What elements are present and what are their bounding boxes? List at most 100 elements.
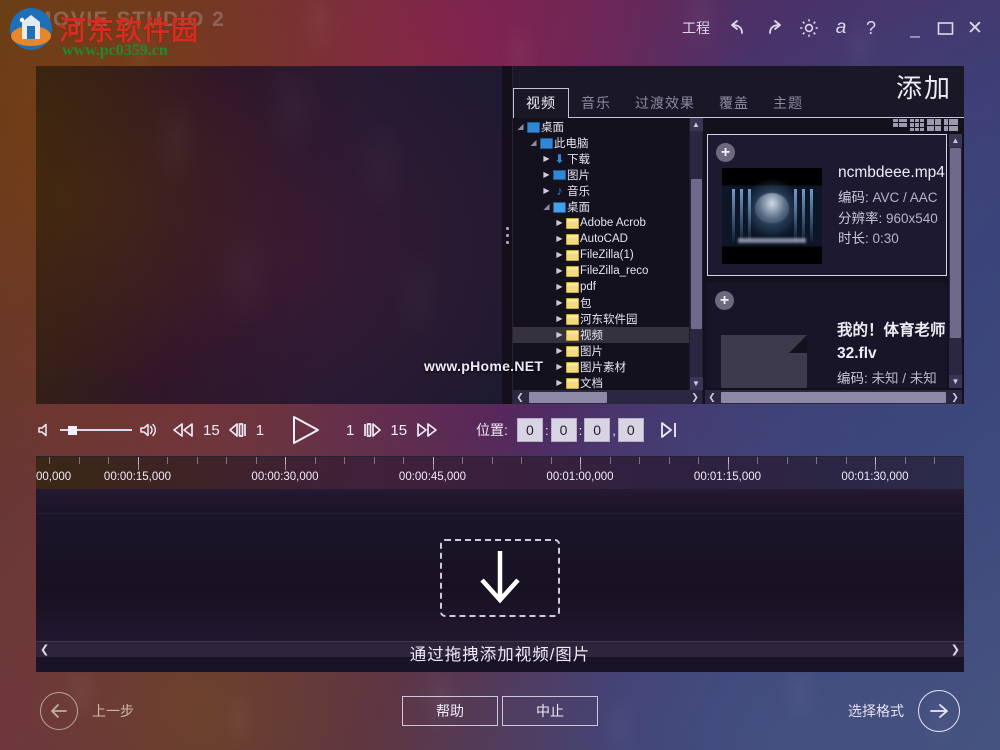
scroll-down-icon[interactable]: ▼ bbox=[689, 377, 703, 390]
chevron-down-icon[interactable]: ◢ bbox=[528, 135, 539, 151]
position-field-1[interactable]: 0 bbox=[550, 418, 577, 442]
plus-icon[interactable]: + bbox=[716, 143, 735, 162]
panel-splitter[interactable] bbox=[502, 66, 512, 404]
file-list-item[interactable]: + ncmbdeee.mp4 编码: AVC / AAC 分辨率: 960x540 时长… bbox=[707, 134, 947, 276]
position-field-3[interactable]: 0 bbox=[617, 418, 644, 442]
help-button[interactable]: 帮助 bbox=[402, 696, 498, 726]
chevron-right-icon[interactable]: ▶ bbox=[554, 215, 565, 231]
arrow-right-circle-icon[interactable] bbox=[918, 690, 960, 732]
tree-node[interactable]: ▶ 图片素材 bbox=[513, 359, 689, 375]
chevron-right-icon[interactable]: ▶ bbox=[554, 279, 565, 295]
tab-3[interactable]: 覆盖 bbox=[707, 89, 761, 118]
go-to-end-icon[interactable] bbox=[657, 419, 681, 441]
tree-node[interactable]: ▶ FileZilla(1) bbox=[513, 247, 689, 263]
chevron-left-icon[interactable]: ❮ bbox=[40, 643, 49, 656]
scroll-thumb[interactable] bbox=[950, 148, 961, 338]
chevron-right-icon[interactable]: ▶ bbox=[554, 263, 565, 279]
tree-node[interactable]: ▶ 图片 bbox=[513, 167, 689, 183]
scroll-thumb[interactable] bbox=[690, 179, 702, 329]
file-list-vertical-scrollbar[interactable]: ▲ ▼ bbox=[949, 134, 962, 388]
prev-frame-icon[interactable] bbox=[227, 420, 249, 440]
volume-slider[interactable] bbox=[60, 423, 132, 437]
chevron-right-icon[interactable]: ▶ bbox=[554, 343, 565, 359]
timeline-ruler[interactable]: 00,000 00:00:15,000 00:00:30,000 00:00:45,0… bbox=[36, 457, 964, 489]
file-list-horizontal-scrollbar[interactable]: ❮ ❯ bbox=[705, 390, 962, 404]
scroll-left-icon[interactable]: ❮ bbox=[513, 390, 527, 404]
chevron-right-icon[interactable]: ▶ bbox=[541, 183, 552, 199]
chevron-right-icon[interactable]: ▶ bbox=[554, 375, 565, 390]
folder-tree-horizontal-scrollbar[interactable]: ❮ ❯ bbox=[513, 390, 702, 404]
tree-node[interactable]: ◢ 桌面 bbox=[513, 119, 689, 135]
detail-view-icon[interactable] bbox=[944, 119, 958, 131]
tab-4[interactable]: 主题 bbox=[761, 89, 815, 118]
scroll-up-icon[interactable]: ▲ bbox=[949, 134, 962, 147]
tree-node[interactable]: ▶ ♪ 音乐 bbox=[513, 183, 689, 199]
undo-icon[interactable] bbox=[720, 11, 756, 45]
scroll-right-icon[interactable]: ❯ bbox=[948, 390, 962, 404]
timeline-horizontal-scrollbar[interactable]: ❮ ❯ bbox=[36, 641, 964, 657]
tree-node[interactable]: ▶ FileZilla_reco bbox=[513, 263, 689, 279]
chevron-right-icon[interactable]: ▶ bbox=[541, 151, 552, 167]
scroll-thumb[interactable] bbox=[529, 391, 607, 403]
position-field-0[interactable]: 0 bbox=[516, 418, 543, 442]
plus-icon[interactable]: + bbox=[715, 291, 734, 310]
chevron-right-icon[interactable]: ▶ bbox=[554, 231, 565, 247]
volume-mute-icon[interactable] bbox=[36, 421, 54, 439]
abort-button[interactable]: 中止 bbox=[502, 696, 598, 726]
tab-2[interactable]: 过渡效果 bbox=[623, 89, 707, 118]
tree-node[interactable]: ▶ 文档 bbox=[513, 375, 689, 390]
scroll-down-icon[interactable]: ▼ bbox=[949, 375, 962, 388]
font-settings-button[interactable]: a bbox=[826, 11, 856, 45]
chevron-right-icon[interactable]: ▶ bbox=[554, 247, 565, 263]
fast-forward-icon[interactable] bbox=[414, 420, 440, 440]
tree-node[interactable]: ▶ ⬇ 下载 bbox=[513, 151, 689, 167]
chevron-down-icon[interactable]: ◢ bbox=[541, 199, 552, 215]
tab-0[interactable]: 视频 bbox=[513, 88, 569, 118]
minimize-button[interactable]: _ bbox=[900, 11, 930, 45]
scroll-left-icon[interactable]: ❮ bbox=[705, 390, 719, 404]
chevron-right-icon[interactable]: ▶ bbox=[554, 311, 565, 327]
redo-icon[interactable] bbox=[756, 11, 792, 45]
tab-1[interactable]: 音乐 bbox=[569, 89, 623, 118]
project-menu-button[interactable]: 工程 bbox=[672, 11, 720, 45]
gear-icon[interactable] bbox=[792, 11, 826, 45]
back-button[interactable]: 上一步 bbox=[40, 692, 134, 730]
tree-node[interactable]: ◢ 此电脑 bbox=[513, 135, 689, 151]
folder-tree[interactable]: ◢ 桌面 ◢ 此电脑 ▶ ⬇ 下载 ▶ 图片 ▶ ♪ 音乐 ◢ 桌面 ▶ Adobe Acrob ▶ AutoCA… bbox=[513, 118, 689, 390]
chevron-right-icon[interactable]: ❯ bbox=[951, 643, 960, 656]
drop-target[interactable] bbox=[440, 539, 560, 617]
next-frame-icon[interactable] bbox=[361, 420, 383, 440]
scroll-thumb[interactable] bbox=[721, 391, 946, 403]
maximize-button[interactable] bbox=[930, 11, 960, 45]
tree-node[interactable]: ▶ 视频 bbox=[513, 327, 689, 343]
grid-view-icon[interactable] bbox=[910, 119, 924, 131]
close-button[interactable]: ✕ bbox=[960, 11, 990, 45]
next-button[interactable]: 选择格式 bbox=[848, 690, 960, 732]
help-button[interactable]: ? bbox=[856, 11, 886, 45]
list-view-icon[interactable] bbox=[893, 119, 907, 131]
volume-knob[interactable] bbox=[68, 425, 77, 435]
timeline-track-area[interactable]: 通过拖拽添加视频/图片 ❮ ❯ bbox=[36, 489, 964, 664]
file-list[interactable]: + ncmbdeee.mp4 编码: AVC / AAC 分辨率: 960x540 时长… bbox=[707, 134, 947, 388]
tree-node[interactable]: ▶ 河东软件园 bbox=[513, 311, 689, 327]
preview-panel[interactable] bbox=[36, 66, 502, 404]
tree-node[interactable]: ◢ 桌面 bbox=[513, 199, 689, 215]
volume-icon[interactable] bbox=[138, 421, 160, 439]
file-list-item[interactable]: + 我的！体育老师 32.flv 编码: 未知 / 未知 bbox=[707, 283, 947, 388]
scroll-right-icon[interactable]: ❯ bbox=[688, 390, 702, 404]
tree-node[interactable]: ▶ pdf bbox=[513, 279, 689, 295]
play-icon[interactable] bbox=[285, 413, 325, 447]
tree-node[interactable]: ▶ AutoCAD bbox=[513, 231, 689, 247]
folder-tree-vertical-scrollbar[interactable]: ▲ ▼ bbox=[689, 118, 703, 390]
rewind-icon[interactable] bbox=[170, 420, 196, 440]
chevron-right-icon[interactable]: ▶ bbox=[554, 327, 565, 343]
scroll-up-icon[interactable]: ▲ bbox=[689, 118, 703, 131]
position-field-2[interactable]: 0 bbox=[584, 418, 611, 442]
chevron-right-icon[interactable]: ▶ bbox=[541, 167, 552, 183]
tile-view-icon[interactable] bbox=[927, 119, 941, 131]
chevron-right-icon[interactable]: ▶ bbox=[554, 359, 565, 375]
chevron-right-icon[interactable]: ▶ bbox=[554, 295, 565, 311]
tree-node[interactable]: ▶ 图片 bbox=[513, 343, 689, 359]
chevron-down-icon[interactable]: ◢ bbox=[515, 119, 526, 135]
tree-node[interactable]: ▶ 包 bbox=[513, 295, 689, 311]
